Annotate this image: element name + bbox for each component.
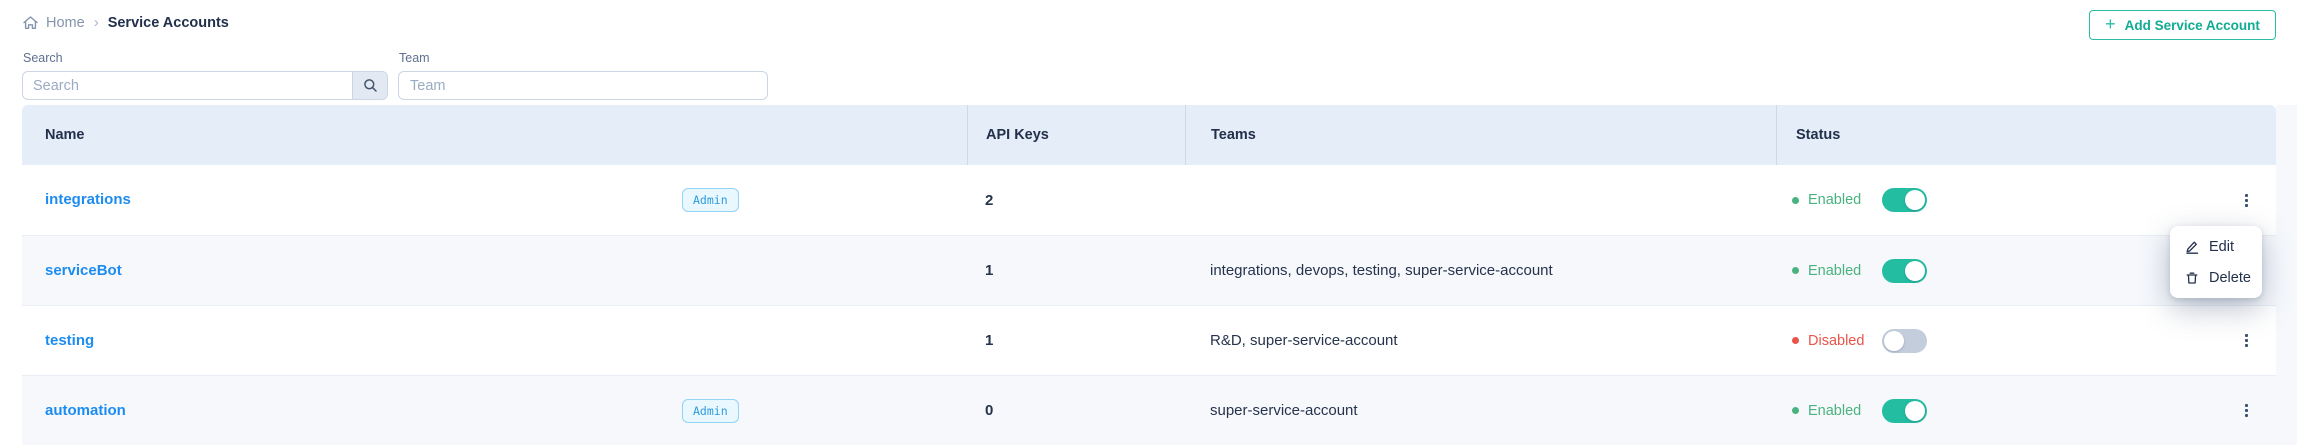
search-input-group	[22, 71, 388, 100]
context-menu-edit[interactable]: Edit	[2170, 231, 2262, 262]
add-service-account-label: Add Service Account	[2125, 18, 2260, 33]
column-header-api-keys[interactable]: API Keys	[967, 105, 1185, 165]
status-dot	[1792, 197, 1799, 204]
status-toggle[interactable]	[1882, 399, 1927, 423]
name-cell: serviceBot	[22, 262, 682, 280]
kebab-menu-icon[interactable]	[2241, 190, 2252, 211]
teams-list: integrations, devops, testing, super-ser…	[1185, 262, 1776, 279]
api-keys-count: 1	[967, 332, 1185, 349]
delete-icon	[2185, 271, 2199, 285]
status-toggle[interactable]	[1882, 329, 1927, 353]
edit-icon	[2185, 240, 2199, 254]
status-dot	[1792, 267, 1799, 274]
toggle-knob	[1905, 261, 1925, 281]
name-cell: integrations	[22, 191, 682, 209]
status-toggle[interactable]	[1882, 259, 1927, 283]
status-cell: Enabled	[1776, 259, 2217, 283]
service-account-link[interactable]: serviceBot	[45, 262, 122, 279]
breadcrumb-current: Service Accounts	[108, 15, 229, 31]
context-menu-delete[interactable]: Delete	[2170, 262, 2262, 293]
status-label: Disabled	[1808, 333, 1882, 349]
column-header-name[interactable]: Name	[22, 105, 967, 165]
kebab-menu-icon[interactable]	[2241, 400, 2252, 421]
status-label: Enabled	[1808, 192, 1882, 208]
search-icon	[363, 78, 378, 93]
status-cell: Enabled	[1776, 399, 2217, 423]
api-keys-count: 2	[967, 192, 1185, 209]
search-input[interactable]	[23, 72, 352, 99]
status-label: Enabled	[1808, 403, 1882, 419]
team-label: Team	[399, 51, 430, 65]
home-icon	[22, 15, 39, 31]
kebab-menu-icon[interactable]	[2241, 330, 2252, 351]
status-cell: Enabled	[1776, 188, 2217, 212]
row-context-menu: Edit Delete	[2170, 226, 2262, 298]
service-account-link[interactable]: automation	[45, 402, 126, 419]
table-body: integrations Admin 2 Enabled serviceBot …	[22, 165, 2276, 445]
search-label: Search	[23, 51, 63, 65]
status-cell: Disabled	[1776, 329, 2217, 353]
badge-cell: Admin	[682, 188, 967, 212]
teams-list: R&D, super-service-account	[1185, 332, 1776, 349]
actions-cell	[2217, 400, 2276, 421]
api-keys-count: 1	[967, 262, 1185, 279]
badge-cell: Admin	[682, 399, 967, 423]
api-keys-count: 0	[967, 402, 1185, 419]
service-account-link[interactable]: testing	[45, 332, 94, 349]
add-service-account-button[interactable]: + Add Service Account	[2089, 10, 2276, 40]
teams-list: super-service-account	[1185, 402, 1776, 419]
breadcrumb: Home › Service Accounts	[22, 11, 229, 35]
admin-badge: Admin	[682, 188, 739, 212]
name-cell: automation	[22, 402, 682, 420]
status-label: Enabled	[1808, 263, 1882, 279]
actions-cell	[2217, 330, 2276, 351]
team-filter-input[interactable]	[398, 71, 768, 100]
column-header-status[interactable]: Status	[1776, 105, 2217, 165]
table-row-servicebot: serviceBot 1 integrations, devops, testi…	[22, 235, 2276, 305]
name-cell: testing	[22, 332, 682, 350]
delete-label: Delete	[2209, 270, 2251, 286]
table-row-testing: testing 1 R&D, super-service-account Dis…	[22, 305, 2276, 375]
status-toggle[interactable]	[1882, 188, 1927, 212]
edit-label: Edit	[2209, 239, 2234, 255]
plus-icon: +	[2105, 15, 2116, 33]
table-row-integrations: integrations Admin 2 Enabled	[22, 165, 2276, 235]
toggle-knob	[1884, 331, 1904, 351]
service-account-link[interactable]: integrations	[45, 191, 131, 208]
search-button[interactable]	[352, 72, 387, 99]
status-dot	[1792, 407, 1799, 414]
actions-cell	[2217, 190, 2276, 211]
column-header-actions	[2217, 105, 2276, 165]
breadcrumb-home-label: Home	[46, 15, 85, 31]
chevron-right-icon: ›	[94, 15, 99, 30]
admin-badge: Admin	[682, 399, 739, 423]
status-dot	[1792, 337, 1799, 344]
toggle-knob	[1905, 190, 1925, 210]
right-gutter	[2276, 105, 2297, 445]
table-row-automation: automation Admin 0 super-service-account…	[22, 375, 2276, 445]
column-header-teams[interactable]: Teams	[1185, 105, 1776, 165]
breadcrumb-home-link[interactable]: Home	[22, 15, 85, 31]
table-header: Name API Keys Teams Status	[22, 105, 2276, 165]
toggle-knob	[1905, 401, 1925, 421]
service-accounts-page: Home › Service Accounts + Add Service Ac…	[0, 0, 2297, 445]
